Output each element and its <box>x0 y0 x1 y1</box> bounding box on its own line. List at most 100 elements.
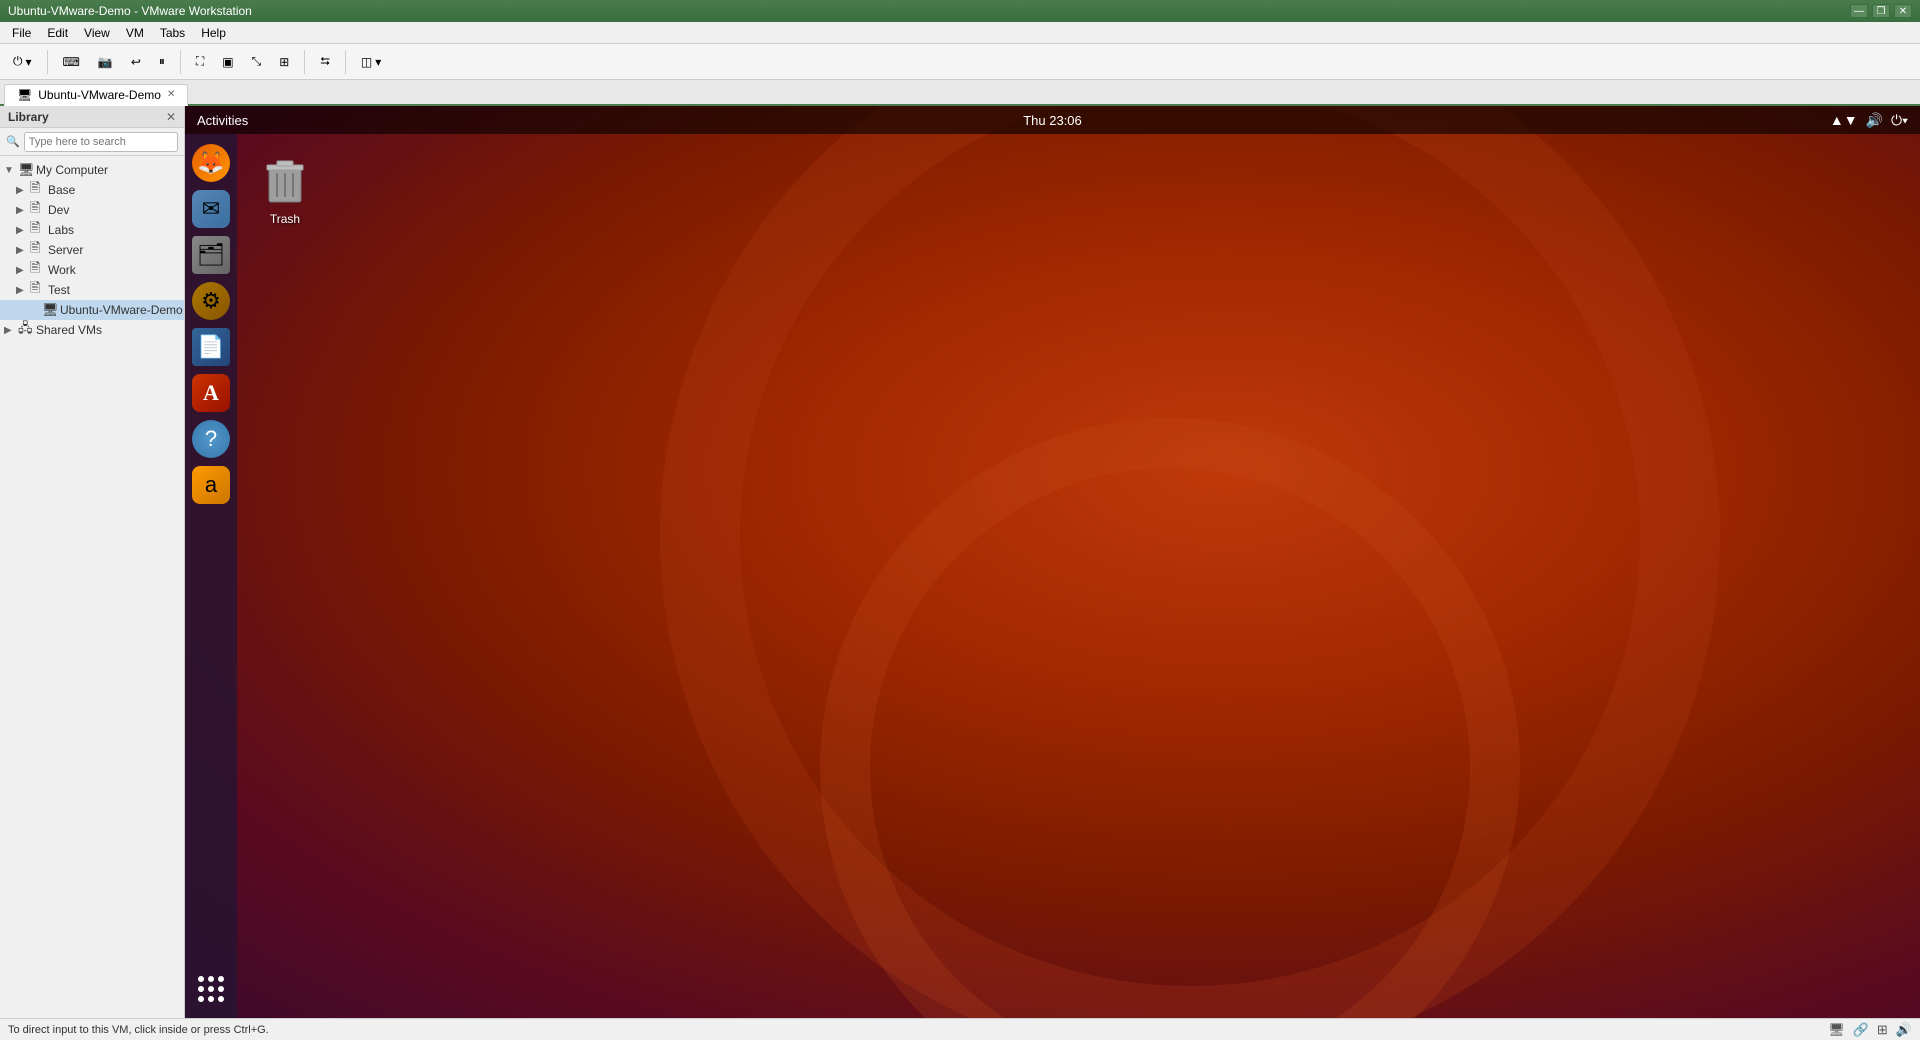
vm-icon-labs: 🖹 <box>30 219 46 241</box>
toolbar-separator-1 <box>47 50 48 74</box>
dock-item-settings[interactable]: ⚙ <box>190 280 232 322</box>
snapshot-button[interactable]: 📷 <box>91 48 120 76</box>
menu-help[interactable]: Help <box>193 24 234 42</box>
toolbar-separator-3 <box>304 50 305 74</box>
tree-label-dev: Dev <box>48 203 69 217</box>
tree-toggle-work: ▶ <box>16 265 28 276</box>
send-keys-icon: ⌨ <box>63 55 80 69</box>
suspend-button[interactable]: ⏸ <box>152 48 172 76</box>
library-header: Library ✕ <box>0 106 184 128</box>
trash-icon-image <box>261 152 309 208</box>
tree-item-work[interactable]: ▶ 🖹 Work <box>0 260 184 280</box>
trash-svg <box>263 154 307 206</box>
tree-toggle-test: ▶ <box>16 285 28 296</box>
tree-label-my-computer: My Computer <box>36 163 108 177</box>
tree-item-ubuntu-vmware-demo[interactable]: 🖥 Ubuntu-VMware-Demo <box>0 300 184 320</box>
vm-icon-work: 🖹 <box>30 259 46 281</box>
library-close-button[interactable]: ✕ <box>166 110 176 124</box>
tab-close-button[interactable]: ✕ <box>167 89 175 100</box>
trash-desktop-icon[interactable]: Trash <box>245 146 325 232</box>
show-apps-button[interactable] <box>190 968 232 1010</box>
power-dropdown-button[interactable]: ⏻ ▾ <box>6 48 39 76</box>
dock-item-appstore[interactable]: A <box>190 372 232 414</box>
close-button[interactable]: ✕ <box>1894 4 1912 18</box>
tree-label-server: Server <box>48 243 83 257</box>
menu-edit[interactable]: Edit <box>39 24 76 42</box>
ubuntu-desktop[interactable]: Activities Thu 23:06 ▲▼ 🔊 ⏻▾ 🦊 ✉ 🗂 <box>185 106 1920 1018</box>
menu-bar: File Edit View VM Tabs Help <box>0 22 1920 44</box>
vm-icon-server: 🖹 <box>30 239 46 261</box>
menu-file[interactable]: File <box>4 24 39 42</box>
network-icon: ▲▼ <box>1830 112 1858 128</box>
monitor-status-icon: 🖥 <box>1828 1022 1845 1038</box>
tree-label-ubuntu: Ubuntu-VMware-Demo <box>60 303 183 317</box>
search-input[interactable] <box>24 132 178 152</box>
tree-item-base[interactable]: ▶ 🖹 Base <box>0 180 184 200</box>
tree-item-labs[interactable]: ▶ 🖹 Labs <box>0 220 184 240</box>
power-icon: ⏻ <box>13 54 23 69</box>
volume-icon: 🔊 <box>1866 112 1883 129</box>
restore-button[interactable]: ❐ <box>1872 4 1890 18</box>
library-title: Library <box>8 110 49 124</box>
tree-toggle-base: ▶ <box>16 185 28 196</box>
vm-area[interactable]: Activities Thu 23:06 ▲▼ 🔊 ⏻▾ 🦊 ✉ 🗂 <box>185 106 1920 1018</box>
help-icon: ? <box>192 420 230 458</box>
sidebar: Library ✕ 🔍 ▼ 🖥 My Computer ▶ 🖹 Base ▶ <box>0 106 185 1018</box>
vm-icon-base: 🖹 <box>30 179 46 201</box>
dock-item-writer[interactable]: 📄 <box>190 326 232 368</box>
dock-item-amazon[interactable]: a <box>190 464 232 506</box>
tree-toggle-labs: ▶ <box>16 225 28 236</box>
tree-label-work: Work <box>48 263 76 277</box>
fullscreen-icon: ⛶ <box>196 54 204 69</box>
system-tray: ▲▼ 🔊 ⏻▾ <box>1830 112 1908 129</box>
dock-item-files[interactable]: 🗂 <box>190 234 232 276</box>
send-keys-button[interactable]: ⌨ <box>56 48 87 76</box>
power-menu-icon[interactable]: ⏻▾ <box>1891 112 1908 129</box>
usb-status-icon: ⊞ <box>1877 1022 1888 1038</box>
tree-view: ▼ 🖥 My Computer ▶ 🖹 Base ▶ 🖹 Dev ▶ 🖹 Lab… <box>0 156 184 1018</box>
settings-icon: ⚙ <box>192 282 230 320</box>
tree-item-test[interactable]: ▶ 🖹 Test <box>0 280 184 300</box>
tab-vm-icon: 🖥 <box>17 88 32 102</box>
menu-vm[interactable]: VM <box>118 24 152 42</box>
unity-button[interactable]: ▣ <box>215 48 240 76</box>
suspend-icon: ⏸ <box>159 54 165 69</box>
fit-button[interactable]: ⤡ <box>245 48 269 76</box>
activities-button[interactable]: Activities <box>197 113 248 128</box>
revert-button[interactable]: ↩ <box>124 48 148 76</box>
tree-item-server[interactable]: ▶ 🖹 Server <box>0 240 184 260</box>
amazon-icon: a <box>192 466 230 504</box>
fit-icon: ⤡ <box>252 54 262 69</box>
autofit-icon: ⊞ <box>279 55 289 69</box>
tree-shared-vms[interactable]: ▶ 🖧 Shared VMs <box>0 320 184 340</box>
audio-status-icon: 🔊 <box>1896 1022 1912 1038</box>
fullscreen-button[interactable]: ⛶ <box>189 48 211 76</box>
view-options-button[interactable]: ◫ ▾ <box>354 48 388 76</box>
toolbar: ⏻ ▾ ⌨ 📷 ↩ ⏸ ⛶ ▣ ⤡ ⊞ ⮀ ◫ ▾ <box>0 44 1920 80</box>
dock-item-help[interactable]: ? <box>190 418 232 460</box>
tree-item-dev[interactable]: ▶ 🖹 Dev <box>0 200 184 220</box>
menu-view[interactable]: View <box>76 24 118 42</box>
appstore-icon: A <box>192 374 230 412</box>
tree-label-shared: Shared VMs <box>36 323 102 337</box>
autofit-button[interactable]: ⊞ <box>272 48 296 76</box>
search-icon: 🔍 <box>6 135 20 148</box>
tab-ubuntu-vmware-demo[interactable]: 🖥 Ubuntu-VMware-Demo ✕ <box>4 84 188 106</box>
dock-item-firefox[interactable]: 🦊 <box>190 142 232 184</box>
revert-icon: ↩ <box>131 55 141 69</box>
desktop-icons: Trash <box>245 146 325 232</box>
switch-view-button[interactable]: ⮀ <box>313 48 337 76</box>
dock-item-mail[interactable]: ✉ <box>190 188 232 230</box>
menu-tabs[interactable]: Tabs <box>152 24 193 42</box>
tree-label-base: Base <box>48 183 75 197</box>
tree-label-labs: Labs <box>48 223 74 237</box>
tree-my-computer[interactable]: ▼ 🖥 My Computer <box>0 160 184 180</box>
ubuntu-dock: 🦊 ✉ 🗂 ⚙ 📄 A ? <box>185 134 237 1018</box>
vm-icon-ubuntu: 🖥 <box>42 302 58 318</box>
tab-label: Ubuntu-VMware-Demo <box>38 88 161 102</box>
files-icon: 🗂 <box>192 236 230 274</box>
tree-toggle-my-computer: ▼ <box>4 165 16 176</box>
toolbar-separator-2 <box>180 50 181 74</box>
status-right: 🖥 🔗 ⊞ 🔊 <box>1828 1022 1912 1038</box>
minimize-button[interactable]: — <box>1850 4 1868 18</box>
